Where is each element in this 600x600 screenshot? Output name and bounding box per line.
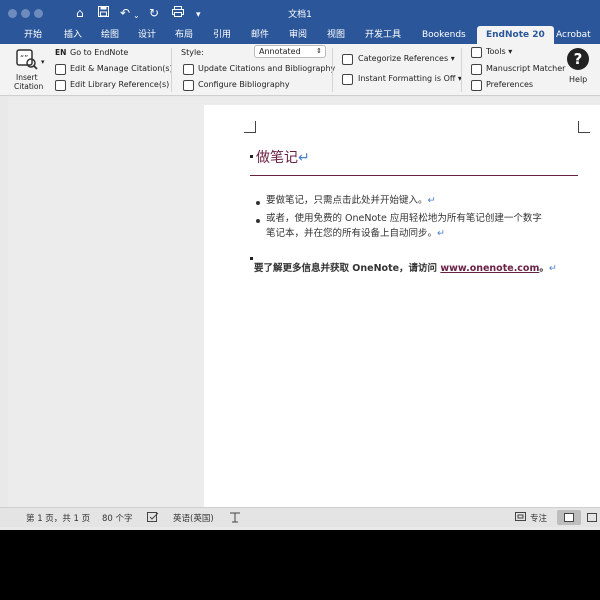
focus-mode-button[interactable]: 专注 (530, 512, 547, 524)
instant-formatting-icon (342, 74, 353, 85)
manuscript-matcher-icon (471, 64, 482, 75)
print-layout-button[interactable] (557, 510, 581, 525)
insert-citation-label-1: Insert (16, 73, 38, 82)
categorize-references-button[interactable]: Categorize References ▾ (358, 53, 455, 65)
document-title: 文档1 (288, 10, 312, 20)
paragraph-anchor (250, 257, 253, 260)
tools-icon (471, 47, 482, 58)
tab-draw[interactable]: 绘图 (101, 26, 119, 44)
ribbon-separator (461, 48, 462, 92)
insert-citation-label-2: Citation (14, 82, 44, 91)
endnote-badge: EN (55, 48, 67, 57)
onenote-link[interactable]: www.onenote.com (440, 263, 539, 274)
configure-bibliography-button[interactable]: Configure Bibliography (198, 79, 290, 91)
bullet-dot (256, 201, 260, 205)
help-button[interactable]: ? Help (565, 48, 593, 90)
focus-icon[interactable] (515, 512, 526, 524)
crop-mark (244, 121, 256, 133)
manuscript-matcher-button[interactable]: Manuscript Matcher (486, 63, 565, 75)
instant-formatting-button[interactable]: Instant Formatting is Off ▾ (358, 73, 462, 85)
tab-design[interactable]: 设计 (138, 26, 156, 44)
bullet-text: 笔记本，并在您的所有设备上自动同步。 (266, 228, 438, 239)
title-bar: ⌂ ↶ ⌄ ↻ ▾ 文档1 (0, 0, 600, 26)
tab-home[interactable]: 开始 (24, 26, 42, 44)
heading-text: 做笔记 (256, 150, 298, 166)
go-to-endnote-button[interactable]: Go to EndNote (70, 47, 128, 59)
tab-insert[interactable]: 插入 (64, 26, 82, 44)
tab-review[interactable]: 审阅 (289, 26, 307, 44)
paragraph-mark: ↵ (298, 150, 310, 166)
tab-endnote[interactable]: EndNote 20 (477, 26, 554, 44)
update-citations-button[interactable]: Update Citations and Bibliography (198, 63, 335, 75)
paragraph-mark: ↵ (548, 263, 557, 274)
style-select[interactable]: Annotated ⇕ (254, 45, 326, 58)
print-layout-icon (564, 513, 574, 522)
page-count[interactable]: 第 1 页，共 1 页 (26, 512, 90, 524)
tab-layout[interactable]: 布局 (175, 26, 193, 44)
tools-label: Tools (486, 47, 506, 56)
tab-acrobat[interactable]: Acrobat (556, 26, 591, 44)
help-icon: ? (567, 48, 589, 70)
paragraph-mark: ↵ (427, 195, 436, 206)
tab-mailings[interactable]: 邮件 (251, 26, 269, 44)
edit-citation-icon (55, 64, 66, 75)
word-window: ⌂ ↶ ⌄ ↻ ▾ 文档1 开始 插入 绘图 设计 布局 引用 邮件 审阅 视图… (0, 0, 600, 530)
tab-developer[interactable]: 开发工具 (365, 26, 401, 44)
stepper-icon: ⇕ (316, 47, 322, 55)
tab-references[interactable]: 引用 (213, 26, 231, 44)
preferences-button[interactable]: Preferences (486, 79, 533, 91)
bullet-item-continued[interactable]: 笔记本，并在您的所有设备上自动同步。↵ (266, 226, 445, 241)
word-count[interactable]: 80 个字 (102, 512, 133, 524)
help-label: Help (569, 75, 588, 84)
insert-citation-icon: “” (16, 49, 38, 70)
bullet-item[interactable]: 要做笔记，只需点击此处并开始键入。↵ (266, 193, 435, 208)
document-canvas[interactable]: 做笔记↵ 要做笔记，只需点击此处并开始键入。↵ 或者，使用免费的 OneNote… (8, 97, 600, 507)
web-layout-icon[interactable] (587, 513, 597, 522)
bullet-text: 要做笔记，只需点击此处并开始键入。 (266, 195, 428, 206)
ribbon-separator (171, 48, 172, 92)
language[interactable]: 英语(英国) (173, 512, 214, 524)
track-changes-icon[interactable] (229, 512, 241, 526)
bullet-dot (256, 219, 260, 223)
info-paragraph[interactable]: 要了解更多信息并获取 OneNote，请访问 www.onenote.com。↵ (254, 260, 557, 274)
edit-library-references-button[interactable]: Edit Library Reference(s) (70, 79, 169, 91)
status-bar: 第 1 页，共 1 页 80 个字 英语(英国) 专注 (0, 507, 600, 527)
heading-rule (250, 175, 578, 176)
info-text: 要了解更多信息并获取 OneNote，请访问 (254, 263, 441, 274)
edit-library-icon (55, 80, 66, 91)
configure-bibliography-icon (183, 80, 194, 91)
info-end: 。 (539, 263, 549, 274)
paragraph-mark: ↵ (437, 228, 445, 239)
style-select-value: Annotated (259, 47, 301, 56)
tab-bookends[interactable]: Bookends (422, 26, 466, 44)
insert-citation-button[interactable]: “” ▾ Insert Citation (10, 47, 50, 93)
categorize-references-label: Categorize References (358, 54, 449, 63)
crop-mark (578, 121, 590, 133)
style-label: Style: (181, 48, 204, 57)
ribbon-separator (332, 48, 333, 92)
preferences-icon (471, 80, 482, 91)
bullet-text: 或者，使用免费的 OneNote 应用轻松地为所有笔记创建一个数字 (266, 213, 542, 224)
endnote-ribbon: “” ▾ Insert Citation EN Go to EndNote Ed… (0, 44, 600, 96)
categorize-icon (342, 54, 353, 65)
instant-formatting-label: Instant Formatting is Off (358, 74, 456, 83)
ribbon-tabs: 开始 插入 绘图 设计 布局 引用 邮件 审阅 视图 开发工具 Bookends… (0, 26, 600, 44)
update-citations-icon (183, 64, 194, 75)
note-heading[interactable]: 做笔记↵ (256, 147, 310, 167)
document-page[interactable]: 做笔记↵ 要做笔记，只需点击此处并开始键入。↵ 或者，使用免费的 OneNote… (204, 105, 600, 507)
bullet-item[interactable]: 或者，使用免费的 OneNote 应用轻松地为所有笔记创建一个数字 (266, 211, 542, 226)
chevron-down-icon: ▾ (41, 58, 45, 66)
tab-view[interactable]: 视图 (327, 26, 345, 44)
paragraph-anchor (250, 155, 253, 158)
edit-manage-citations-button[interactable]: Edit & Manage Citation(s) (70, 63, 173, 75)
proofing-icon[interactable] (147, 512, 159, 525)
tools-menu-button[interactable]: Tools ▾ (486, 46, 512, 58)
